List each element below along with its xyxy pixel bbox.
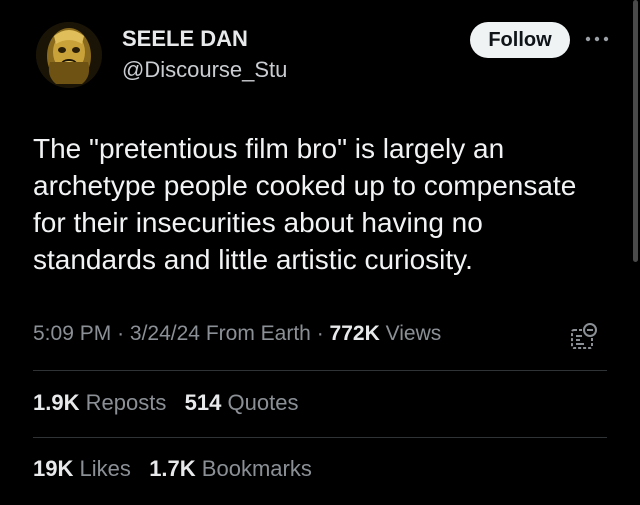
user-handle[interactable]: @Discourse_Stu: [122, 56, 287, 84]
analytics-icon[interactable]: [568, 320, 600, 352]
post-time[interactable]: 5:09 PM: [33, 322, 111, 345]
likes-label[interactable]: Likes: [79, 456, 130, 481]
bookmarks-label[interactable]: Bookmarks: [202, 456, 312, 481]
post-date[interactable]: 3/24/24: [130, 322, 200, 345]
meta-separator: ·: [316, 322, 324, 345]
reposts-label[interactable]: Reposts: [86, 390, 167, 415]
avatar[interactable]: [36, 22, 102, 88]
display-name[interactable]: SEELE DAN: [122, 26, 287, 52]
follow-button[interactable]: Follow: [470, 22, 570, 58]
bookmarks-count[interactable]: 1.7K: [149, 456, 195, 481]
meta-separator: ·: [117, 322, 125, 345]
gold-mask-avatar-icon: [36, 22, 102, 88]
post-text: The "pretentious film bro" is largely an…: [33, 133, 577, 275]
like-bookmark-stats: 19K Likes 1.7K Bookmarks: [33, 456, 312, 482]
views-label: Views: [385, 322, 442, 345]
likes-count[interactable]: 19K: [33, 456, 73, 481]
post-location: From Earth: [205, 322, 311, 345]
post-header: SEELE DAN @Discourse_Stu Follow: [36, 18, 609, 98]
views-count: 772K: [329, 322, 380, 345]
quotes-label[interactable]: Quotes: [228, 390, 299, 415]
author-names: SEELE DAN @Discourse_Stu: [122, 26, 287, 84]
scrollbar[interactable]: [633, 0, 638, 262]
post-meta: 5:09 PM · 3/24/24 From Earth · 772K View…: [33, 322, 441, 346]
quotes-count[interactable]: 514: [185, 390, 222, 415]
repost-quote-stats: 1.9K Reposts 514 Quotes: [33, 390, 298, 416]
divider: [33, 437, 607, 438]
reposts-count[interactable]: 1.9K: [33, 390, 79, 415]
more-horizontal-icon[interactable]: [584, 30, 610, 48]
divider: [33, 370, 607, 371]
